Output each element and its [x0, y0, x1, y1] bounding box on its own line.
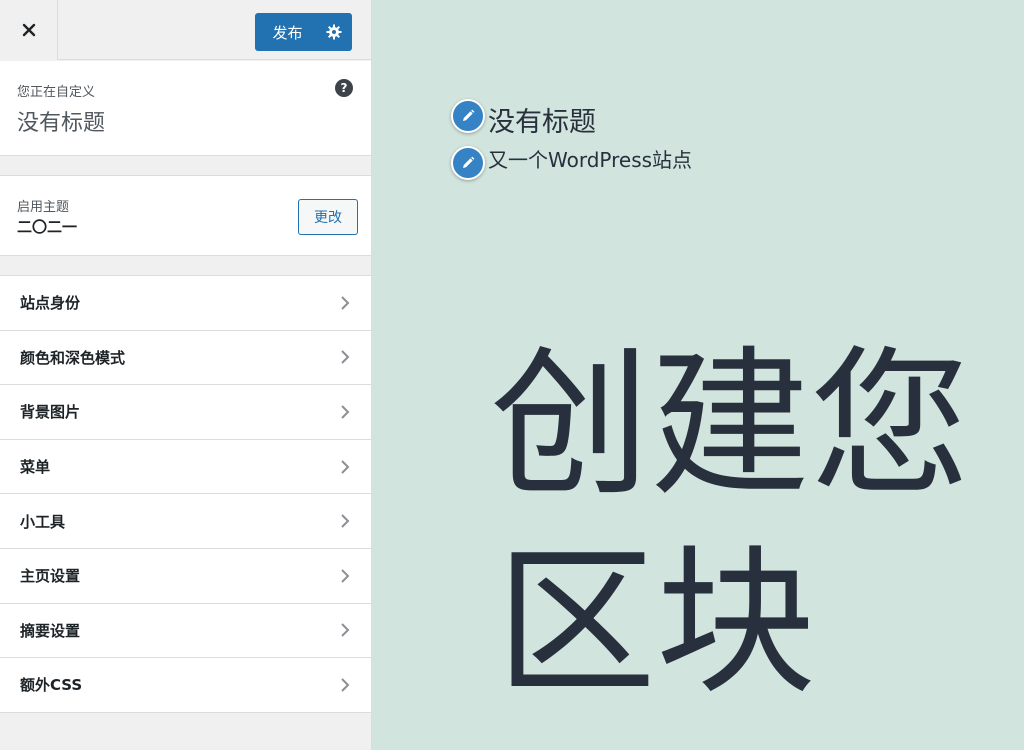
close-button[interactable]: [0, 0, 58, 60]
panel-item-homepage-settings[interactable]: 主页设置: [0, 548, 371, 604]
close-icon: [22, 23, 35, 37]
change-theme-button[interactable]: 更改: [298, 199, 358, 235]
panel-item-label: 小工具: [20, 512, 66, 531]
panel-item-additional-css[interactable]: 额外CSS: [0, 658, 371, 713]
chevron-right-icon: [341, 569, 350, 583]
panel-item-widgets[interactable]: 小工具: [0, 494, 371, 549]
panel-item-colors[interactable]: 颜色和深色模式: [0, 330, 371, 386]
publish-group: 发布: [255, 13, 352, 51]
preview-headline-line2: 区块: [496, 529, 817, 716]
panel-item-label: 背景图片: [20, 403, 81, 422]
panel-item-menus[interactable]: 菜单: [0, 439, 371, 495]
chevron-right-icon: [341, 678, 350, 692]
publish-button[interactable]: 发布: [255, 13, 316, 51]
site-preview: 没有标题 又一个WordPress站点 创建您 区块: [372, 0, 1024, 750]
chevron-right-icon: [341, 623, 350, 638]
panel-item-label: 菜单: [20, 458, 51, 477]
preview-headline-line1: 创建您: [490, 331, 971, 518]
customizer-panels: 站点身份 颜色和深色模式 背景图片 菜单 小工具 主页设置 摘要设置 额外CSS: [0, 275, 371, 713]
help-icon[interactable]: ?: [335, 79, 353, 97]
publish-settings-button[interactable]: [316, 13, 352, 51]
panel-item-label: 摘要设置: [20, 621, 81, 640]
gear-icon: [326, 24, 342, 40]
customizing-info: 您正在自定义 没有标题 ?: [0, 61, 371, 156]
chevron-right-icon: [341, 405, 350, 419]
chevron-right-icon: [341, 459, 350, 474]
active-theme-section: 启用主题 二〇二一 更改: [0, 175, 371, 256]
edit-tagline-button[interactable]: [451, 146, 485, 180]
site-title-heading: 没有标题: [17, 111, 106, 136]
pencil-icon: [463, 156, 475, 168]
panel-item-label: 额外CSS: [20, 676, 83, 695]
preview-site-tagline[interactable]: 又一个WordPress站点: [488, 144, 692, 173]
chevron-right-icon: [341, 296, 350, 310]
customizing-label: 您正在自定义: [17, 85, 96, 100]
preview-site-title[interactable]: 没有标题: [488, 100, 596, 139]
panel-item-excerpt-settings[interactable]: 摘要设置: [0, 603, 371, 659]
chevron-right-icon: [341, 514, 350, 528]
chevron-right-icon: [341, 350, 350, 365]
panel-item-background-image[interactable]: 背景图片: [0, 385, 371, 440]
active-theme-label: 启用主题: [17, 200, 70, 215]
panel-item-label: 站点身份: [20, 294, 81, 313]
pencil-icon: [463, 109, 475, 121]
panel-item-label: 主页设置: [20, 567, 81, 586]
panel-item-label: 颜色和深色模式: [20, 348, 126, 367]
edit-site-title-button[interactable]: [451, 99, 485, 133]
panel-item-site-identity[interactable]: 站点身份: [0, 276, 371, 331]
customizer-sidebar: 发布 您正在自定义 没有标题 ? 启用主题 二〇二一 更改 站点身份 颜色和深色…: [0, 0, 372, 750]
active-theme-name: 二〇二一: [17, 218, 78, 236]
customizer-header: 发布: [0, 0, 371, 60]
